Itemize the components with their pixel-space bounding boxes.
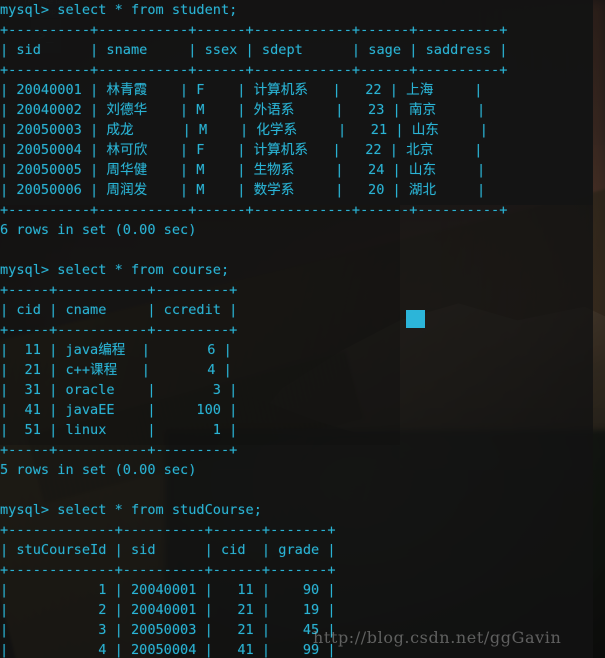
- terminal-cursor: [406, 310, 425, 328]
- terminal-output[interactable]: mysql> select * from student; +---------…: [0, 0, 605, 658]
- watermark-url: http://blog.csdn.net/ggGavin: [313, 628, 562, 647]
- terminal-window[interactable]: mysql> select * from student; +---------…: [0, 0, 605, 658]
- desktop-screen: remote lab desktop.sh >_ mysql> select *…: [0, 0, 605, 658]
